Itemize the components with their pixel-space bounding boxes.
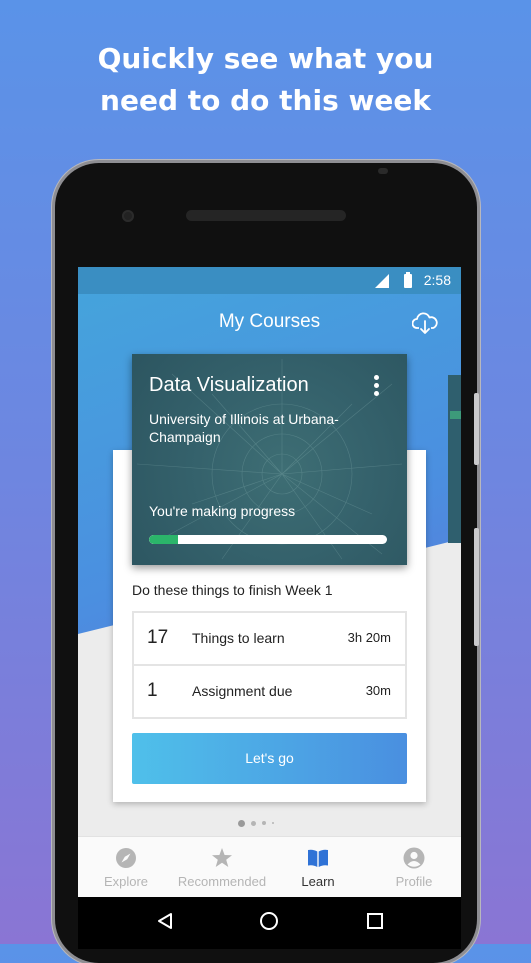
nav-label: Profile — [395, 874, 433, 889]
course-institution: University of Illinois at Urbana-Champai… — [149, 411, 339, 445]
task-label: Things to learn — [192, 630, 285, 646]
nav-label: Recommended — [177, 874, 267, 889]
battery-icon — [404, 272, 412, 288]
system-navigation-bar — [78, 897, 461, 949]
page-title: My Courses — [218, 311, 321, 332]
promo-headline-line-1: Quickly see what you — [97, 42, 434, 75]
page-dot — [251, 820, 256, 826]
lets-go-button[interactable]: Let's go — [132, 733, 407, 784]
front-camera — [122, 210, 134, 222]
task-list: 17 Things to learn 3h 20m 1 Assignment d… — [132, 611, 407, 719]
back-icon[interactable] — [155, 911, 175, 931]
status-bar: 2:58 — [78, 267, 461, 294]
page-dot — [238, 819, 245, 827]
progress-label: You're making progress — [149, 503, 296, 519]
next-course-progress-peek — [450, 411, 461, 419]
progress-bar-fill — [149, 535, 178, 544]
nav-item-learn[interactable]: Learn — [270, 837, 366, 897]
power-button — [474, 393, 479, 465]
promo-headline: Quickly see what you need to do this wee… — [0, 38, 531, 122]
bottom-navigation: Explore Recommended Learn Profile — [78, 836, 461, 897]
book-icon — [308, 849, 328, 867]
list-item[interactable]: 17 Things to learn 3h 20m — [134, 613, 405, 666]
signal-icon — [375, 274, 389, 288]
cloud-download-icon[interactable] — [412, 311, 438, 335]
task-duration: 30m — [365, 683, 391, 698]
earpiece-speaker — [186, 210, 346, 221]
course-title: Data Visualization — [149, 374, 309, 396]
task-label: Assignment due — [192, 683, 293, 699]
task-duration: 3h 20m — [347, 630, 391, 645]
home-icon[interactable] — [259, 911, 279, 931]
more-vertical-icon[interactable] — [374, 375, 380, 401]
recents-icon[interactable] — [365, 911, 385, 931]
nav-item-explore[interactable]: Explore — [78, 837, 174, 897]
promo-headline-line-2: need to do this week — [100, 84, 431, 117]
progress-bar — [149, 535, 387, 544]
course-card[interactable]: Data Visualization University of Illinoi… — [132, 354, 407, 565]
proximity-sensor — [378, 168, 388, 174]
list-item[interactable]: 1 Assignment due 30m — [134, 666, 405, 717]
volume-button — [474, 528, 479, 646]
week-heading: Do these things to finish Week 1 — [132, 582, 333, 598]
nav-label: Learn — [301, 874, 335, 889]
nav-item-profile[interactable]: Profile — [366, 837, 461, 897]
next-course-card-peek[interactable] — [448, 375, 461, 543]
page-indicator — [238, 819, 308, 827]
star-icon — [212, 848, 232, 867]
compass-icon — [116, 848, 136, 868]
profile-icon — [403, 847, 425, 869]
app-screen: 2:58 My Courses Data Visualization Unive… — [78, 267, 461, 897]
page-dot — [262, 821, 266, 825]
nav-label: Explore — [103, 874, 149, 889]
page-dot — [272, 822, 274, 824]
task-count: 17 — [147, 627, 169, 648]
nav-item-recommended[interactable]: Recommended — [174, 837, 270, 897]
task-count: 1 — [147, 680, 158, 701]
status-time: 2:58 — [423, 272, 451, 288]
